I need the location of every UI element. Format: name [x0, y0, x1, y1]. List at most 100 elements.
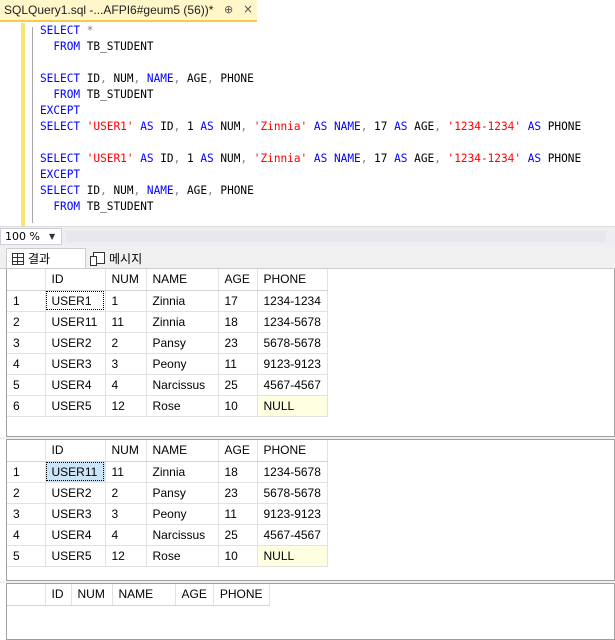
code-line[interactable]: SELECT ID, NUM, NAME, AGE, PHONE [40, 71, 581, 87]
grid-corner[interactable] [7, 584, 46, 606]
row-number[interactable]: 3 [7, 503, 46, 525]
cell-phone[interactable]: NULL [257, 545, 328, 567]
table-row[interactable]: 5 USER5 12 Rose 10 NULL [7, 545, 328, 567]
cell-age[interactable]: 18 [218, 311, 258, 333]
cell-age[interactable]: 25 [218, 524, 258, 546]
column-header-name[interactable]: NAME [146, 440, 219, 462]
row-number[interactable]: 1 [7, 461, 46, 483]
cell-num[interactable]: 12 [105, 395, 147, 417]
cell-id[interactable]: USER4 [45, 374, 106, 396]
cell-name[interactable]: Zinnia [146, 461, 219, 483]
cell-id[interactable]: USER5 [45, 545, 106, 567]
code-area[interactable]: SELECT * FROM TB_STUDENT SELECT ID, NUM,… [40, 23, 581, 215]
cell-name[interactable]: Narcissus [146, 374, 219, 396]
cell-name[interactable]: Zinnia [146, 290, 219, 312]
row-number[interactable]: 5 [7, 545, 46, 567]
cell-num[interactable]: 11 [105, 461, 147, 483]
code-line[interactable]: SELECT 'USER1' AS ID, 1 AS NUM, 'Zinnia'… [40, 119, 581, 135]
cell-name[interactable]: Rose [146, 545, 219, 567]
code-line[interactable]: SELECT ID, NUM, NAME, AGE, PHONE [40, 183, 581, 199]
cell-phone[interactable]: 1234-5678 [257, 461, 328, 483]
code-line[interactable] [40, 135, 581, 151]
column-header-num[interactable]: NUM [71, 584, 113, 606]
cell-num[interactable]: 3 [105, 503, 147, 525]
column-header-num[interactable]: NUM [105, 440, 147, 462]
cell-age[interactable]: 11 [218, 503, 258, 525]
cell-age[interactable]: 25 [218, 374, 258, 396]
cell-phone[interactable]: 1234-5678 [257, 311, 328, 333]
cell-age[interactable]: 11 [218, 353, 258, 375]
table-row[interactable]: 4 USER4 4 Narcissus 25 4567-4567 [7, 524, 328, 546]
document-tab[interactable]: SQLQuery1.sql -...AFPI6#geum5 (56))* ⊕ × [0, 0, 257, 22]
column-header-age[interactable]: AGE [175, 584, 214, 606]
cell-phone[interactable]: 9123-9123 [257, 503, 328, 525]
cell-name[interactable]: Narcissus [146, 524, 219, 546]
column-header-name[interactable]: NAME [146, 269, 219, 291]
zoom-dropdown[interactable]: 100 % ▼ [0, 228, 62, 245]
column-header-num[interactable]: NUM [105, 269, 147, 291]
row-number[interactable]: 2 [7, 311, 46, 333]
close-icon[interactable]: × [243, 2, 253, 16]
cell-age[interactable]: 10 [218, 395, 258, 417]
table-row[interactable]: 4 USER3 3 Peony 11 9123-9123 [7, 353, 328, 375]
cell-name[interactable]: Rose [146, 395, 219, 417]
cell-age[interactable]: 18 [218, 461, 258, 483]
cell-name[interactable]: Peony [146, 353, 219, 375]
column-header-name[interactable]: NAME [112, 584, 176, 606]
grid-corner[interactable] [7, 269, 46, 291]
cell-id[interactable]: USER2 [45, 332, 106, 354]
horizontal-scrollbar[interactable] [66, 231, 606, 242]
cell-phone[interactable]: 5678-5678 [257, 332, 328, 354]
cell-name[interactable]: Pansy [146, 482, 219, 504]
code-line[interactable]: FROM TB_STUDENT [40, 199, 581, 215]
row-number[interactable]: 5 [7, 374, 46, 396]
table-row[interactable]: 5 USER4 4 Narcissus 25 4567-4567 [7, 374, 328, 396]
row-number[interactable]: 6 [7, 395, 46, 417]
cell-phone[interactable]: 5678-5678 [257, 482, 328, 504]
column-header-phone[interactable]: PHONE [257, 440, 328, 462]
cell-id[interactable]: USER1 [45, 290, 106, 312]
cell-num[interactable]: 2 [105, 482, 147, 504]
table-row[interactable]: 6 USER5 12 Rose 10 NULL [7, 395, 328, 417]
row-number[interactable]: 2 [7, 482, 46, 504]
cell-num[interactable]: 4 [105, 374, 147, 396]
cell-age[interactable]: 17 [218, 290, 258, 312]
code-line[interactable]: EXCEPT [40, 167, 581, 183]
cell-num[interactable]: 3 [105, 353, 147, 375]
row-number[interactable]: 1 [7, 290, 46, 312]
table-row[interactable]: 3 USER2 2 Pansy 23 5678-5678 [7, 332, 328, 354]
code-line[interactable]: SELECT 'USER1' AS ID, 1 AS NUM, 'Zinnia'… [40, 151, 581, 167]
column-header-phone[interactable]: PHONE [213, 584, 270, 606]
table-row[interactable]: 1 USER1 1 Zinnia 17 1234-1234 [7, 290, 328, 312]
column-header-age[interactable]: AGE [218, 440, 258, 462]
cell-phone[interactable]: 1234-1234 [257, 290, 328, 312]
cell-id[interactable]: USER11 [45, 461, 106, 483]
cell-id[interactable]: USER5 [45, 395, 106, 417]
column-header-id[interactable]: ID [45, 584, 72, 606]
tab-messages[interactable]: 메시지 [88, 248, 173, 268]
row-number[interactable]: 4 [7, 353, 46, 375]
cell-name[interactable]: Pansy [146, 332, 219, 354]
result-grid-1[interactable]: ID NUM NAME AGE PHONE 1 USER1 1 Zinnia 17 1234-123… [6, 269, 615, 437]
cell-name[interactable]: Zinnia [146, 311, 219, 333]
column-header-phone[interactable]: PHONE [257, 269, 328, 291]
cell-age[interactable]: 10 [218, 545, 258, 567]
cell-age[interactable]: 23 [218, 332, 258, 354]
cell-id[interactable]: USER11 [45, 311, 106, 333]
code-line[interactable]: EXCEPT [40, 103, 581, 119]
column-header-id[interactable]: ID [45, 440, 106, 462]
row-number[interactable]: 4 [7, 524, 46, 546]
cell-phone[interactable]: NULL [257, 395, 328, 417]
table-row[interactable]: 1 USER11 11 Zinnia 18 1234-5678 [7, 461, 328, 483]
grid-corner[interactable] [7, 440, 46, 462]
cell-name[interactable]: Peony [146, 503, 219, 525]
cell-num[interactable]: 11 [105, 311, 147, 333]
cell-phone[interactable]: 9123-9123 [257, 353, 328, 375]
sql-editor[interactable]: SELECT * FROM TB_STUDENT SELECT ID, NUM,… [0, 23, 615, 226]
tab-results[interactable]: 결과 [6, 248, 86, 268]
cell-phone[interactable]: 4567-4567 [257, 374, 328, 396]
cell-num[interactable]: 1 [105, 290, 147, 312]
table-row[interactable]: 3 USER3 3 Peony 11 9123-9123 [7, 503, 328, 525]
cell-num[interactable]: 12 [105, 545, 147, 567]
row-number[interactable]: 3 [7, 332, 46, 354]
